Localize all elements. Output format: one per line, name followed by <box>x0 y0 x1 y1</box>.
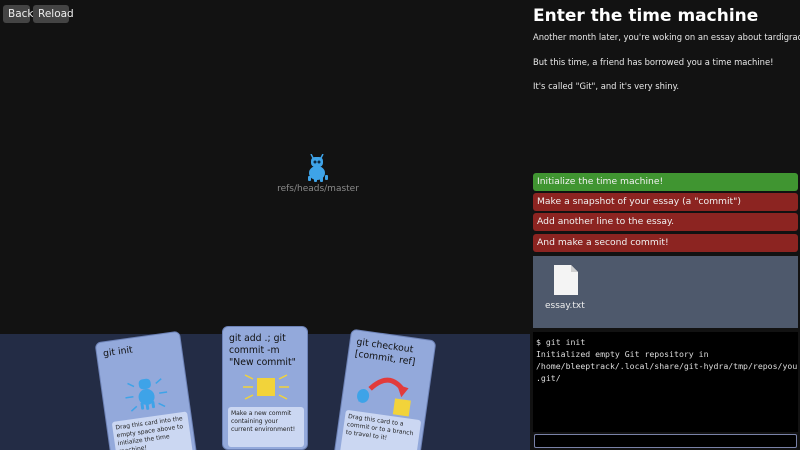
terminal-line: /home/bleeptrack/.local/share/git-hydra/… <box>536 361 798 371</box>
terminal-line: $ git init <box>536 337 586 347</box>
task-add-line: Add another line to the essay. <box>533 213 798 231</box>
level-title: Enter the time machine <box>533 6 759 26</box>
level-description-line: It's called "Git", and it's very shiny. <box>533 81 679 91</box>
level-description-line: But this time, a friend has borrowed you… <box>533 57 774 67</box>
file-icon[interactable] <box>553 264 579 296</box>
head-mascot-icon[interactable] <box>305 154 329 182</box>
card-title: git init <box>102 344 134 360</box>
terminal-output: $ git init Initialized empty Git reposit… <box>533 332 798 432</box>
level-description-line: Another month later, you're woking on an… <box>533 32 800 42</box>
task-initialize: Initialize the time machine! <box>533 173 798 191</box>
task-make-snapshot: Make a snapshot of your essay (a "commit… <box>533 193 798 211</box>
terminal-line: .git/ <box>536 373 561 383</box>
ref-label[interactable]: refs/heads/master <box>272 184 364 194</box>
card-git-init[interactable]: git init Drag this card into the empty s… <box>94 330 198 450</box>
file-name[interactable]: essay.txt <box>545 301 585 311</box>
terminal-line: Initialized empty Git repository in <box>536 349 709 359</box>
card-description: Make a new commit containing your curren… <box>228 407 304 447</box>
card-git-checkout[interactable]: git checkout [commit, ref] Drag this car… <box>333 328 437 450</box>
card-git-commit[interactable]: git add .; git commit -m "New commit" Ma… <box>222 326 308 450</box>
terminal-input[interactable] <box>534 434 797 448</box>
commit-square-icon <box>243 374 289 400</box>
commit-graph-area[interactable]: refs/heads/master <box>0 0 530 334</box>
task-second-commit: And make a second commit! <box>533 234 798 252</box>
file-browser: essay.txt <box>533 256 798 328</box>
